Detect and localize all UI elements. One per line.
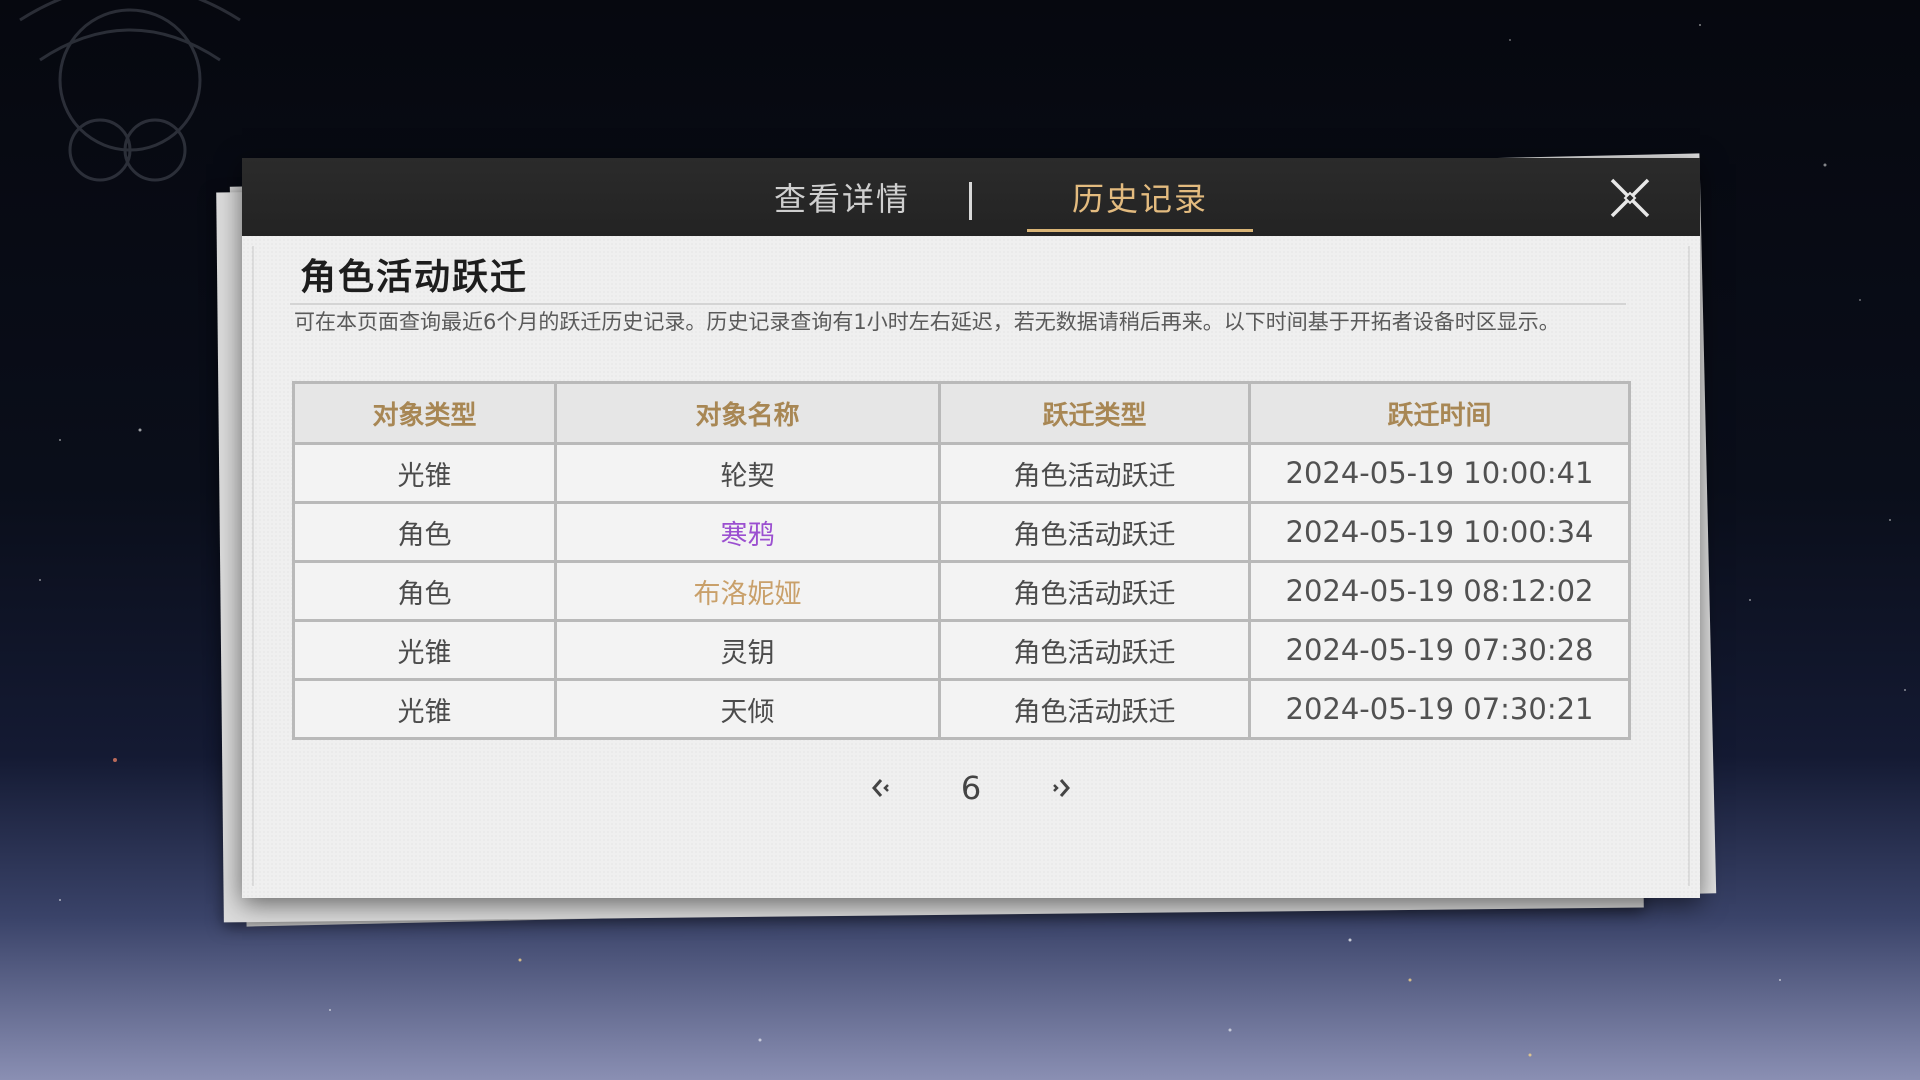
active-tab-underline [1027, 229, 1253, 232]
chevron-left-icon [872, 779, 889, 797]
table-row: 角色 布洛妮娅 角色活动跃迁 2024-05-19 08:12:02 [292, 560, 1631, 622]
cell-warp-type: 角色活动跃迁 [938, 442, 1251, 504]
table-row: 角色 寒鸦 角色活动跃迁 2024-05-19 10:00:34 [292, 501, 1631, 563]
close-icon [1610, 178, 1650, 218]
tab-view-details[interactable]: 查看详情 [672, 158, 1012, 236]
cell-warp-time: 2024-05-19 08:12:02 [1248, 560, 1631, 622]
table-row: 光锥 天倾 角色活动跃迁 2024-05-19 07:30:21 [292, 678, 1631, 740]
tab-bar: 查看详情 历史记录 [242, 158, 1700, 236]
header-warp-type: 跃迁类型 [938, 381, 1251, 445]
cell-warp-type: 角色活动跃迁 [938, 678, 1251, 740]
tab-view-details-label: 查看详情 [773, 180, 910, 218]
cell-object-type: 角色 [292, 501, 557, 563]
pagination: 6 [242, 763, 1700, 813]
chevron-right-icon [1053, 779, 1070, 797]
cell-object-name: 布洛妮娅 [554, 560, 941, 622]
history-table: 对象类型 对象名称 跃迁类型 跃迁时间 光锥 轮契 角色活动跃迁 2024-05… [292, 381, 1631, 740]
prev-page-button[interactable] [866, 773, 896, 803]
cell-object-type: 角色 [292, 560, 557, 622]
header-warp-time: 跃迁时间 [1248, 381, 1631, 445]
cell-object-name: 灵钥 [554, 619, 941, 681]
cell-object-type: 光锥 [292, 442, 557, 504]
cell-object-name: 轮契 [554, 442, 941, 504]
next-page-button[interactable] [1046, 773, 1076, 803]
description-text: 可在本页面查询最近6个月的跃迁历史记录。历史记录查询有1小时左右延迟，若无数据请… [294, 310, 1560, 334]
cell-warp-type: 角色活动跃迁 [938, 560, 1251, 622]
title-divider [290, 303, 1626, 305]
table-row: 光锥 轮契 角色活动跃迁 2024-05-19 10:00:41 [292, 442, 1631, 504]
table-row: 光锥 灵钥 角色活动跃迁 2024-05-19 07:30:28 [292, 619, 1631, 681]
cell-warp-time: 2024-05-19 10:00:41 [1248, 442, 1631, 504]
tab-divider [969, 182, 972, 220]
tab-history[interactable]: 历史记录 [1027, 158, 1253, 236]
table-header-row: 对象类型 对象名称 跃迁类型 跃迁时间 [292, 381, 1631, 445]
cell-warp-time: 2024-05-19 10:00:34 [1248, 501, 1631, 563]
cell-warp-type: 角色活动跃迁 [938, 501, 1251, 563]
section-title: 角色活动跃迁 [300, 257, 529, 298]
cell-object-name: 天倾 [554, 678, 941, 740]
close-button[interactable] [1608, 176, 1652, 220]
header-object-type: 对象类型 [292, 381, 557, 445]
history-dialog: 查看详情 历史记录 角色活动跃迁 可在本页面查询最近6个月的跃迁历史记录。历史记… [242, 158, 1700, 898]
cell-warp-time: 2024-05-19 07:30:21 [1248, 678, 1631, 740]
cell-object-type: 光锥 [292, 678, 557, 740]
tab-history-label: 历史记录 [1071, 180, 1208, 218]
cell-warp-time: 2024-05-19 07:30:28 [1248, 619, 1631, 681]
current-page-number: 6 [960, 769, 982, 807]
header-object-name: 对象名称 [554, 381, 941, 445]
cell-warp-type: 角色活动跃迁 [938, 619, 1251, 681]
cell-object-name: 寒鸦 [554, 501, 941, 563]
cell-object-type: 光锥 [292, 619, 557, 681]
